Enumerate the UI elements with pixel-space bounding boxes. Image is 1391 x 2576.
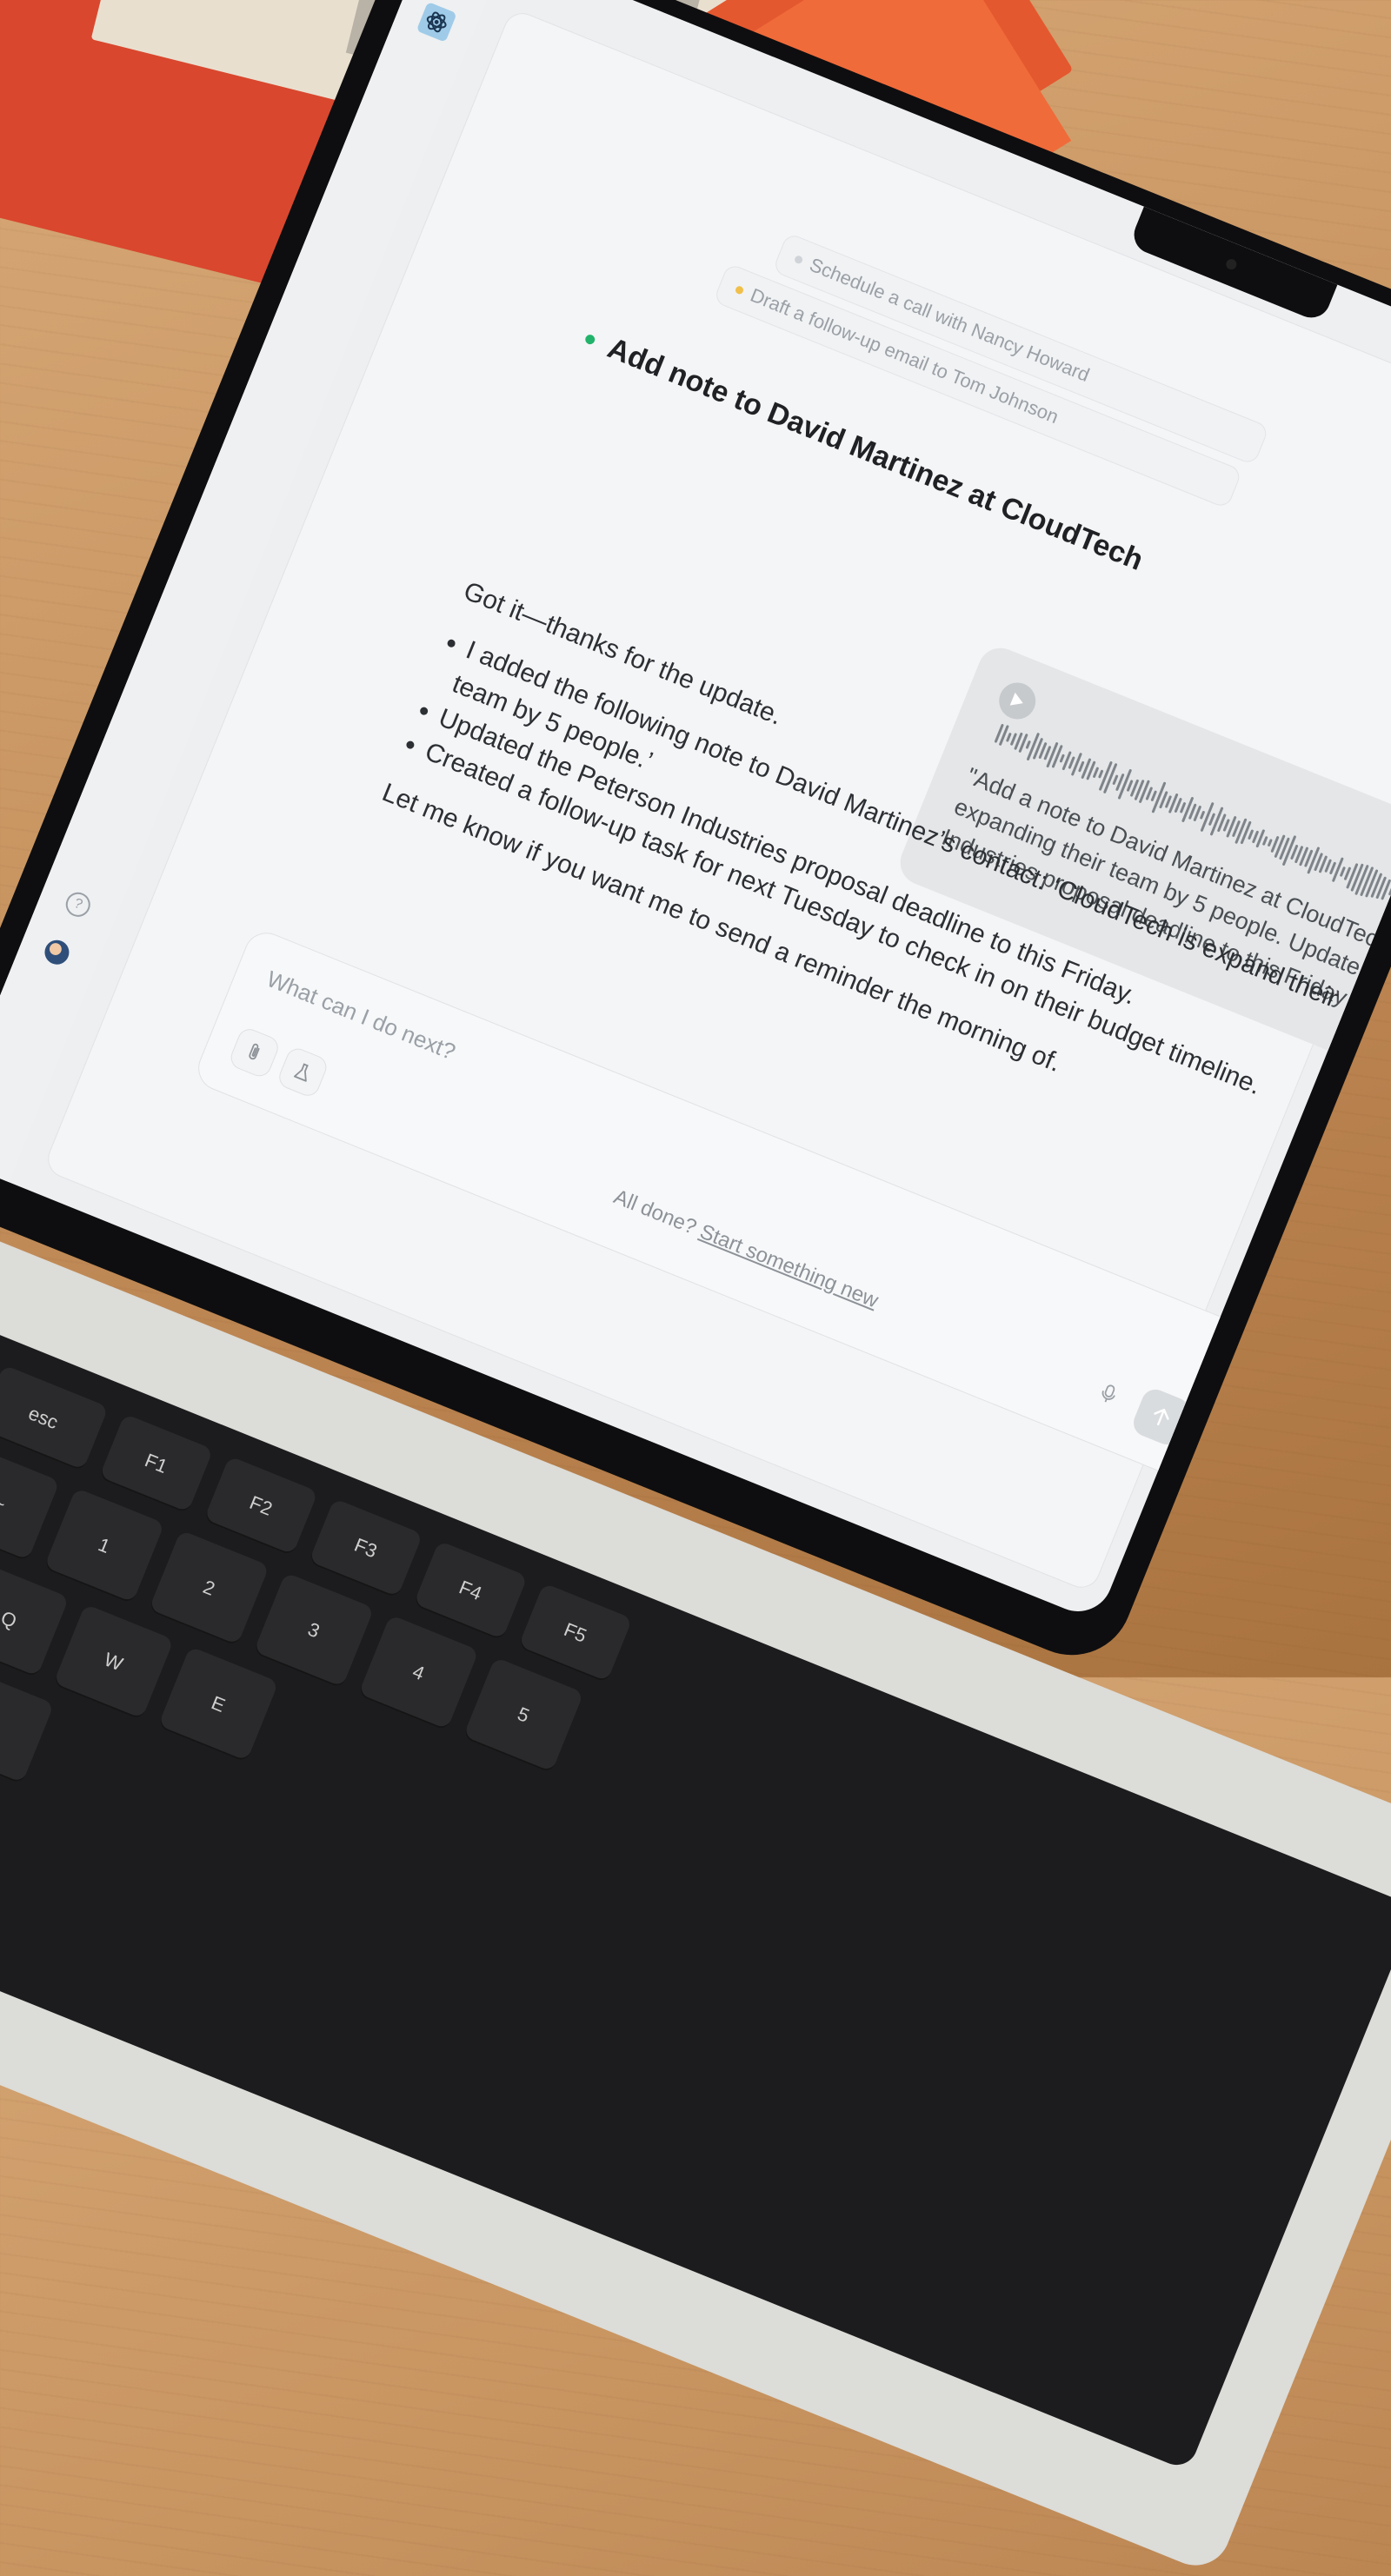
done-prefix: All done?: [610, 1185, 701, 1240]
key-w: W: [52, 1603, 175, 1721]
flask-icon[interactable]: [276, 1045, 330, 1099]
prompt-input[interactable]: [261, 964, 759, 1188]
key-3: 3: [253, 1572, 375, 1690]
key-e: E: [157, 1646, 279, 1763]
key-esc: esc: [0, 1364, 109, 1472]
camera-icon: [1224, 257, 1239, 271]
atom-icon[interactable]: [416, 1, 457, 43]
done-prompt: All done? Start something new: [610, 1185, 882, 1313]
key-f4: F4: [413, 1540, 529, 1641]
help-icon[interactable]: ?: [62, 888, 94, 921]
microphone-icon[interactable]: [1088, 1373, 1129, 1414]
key-f2: F2: [203, 1456, 318, 1557]
key-q: Q: [0, 1561, 70, 1678]
key-5: 5: [463, 1656, 584, 1774]
status-dot: [734, 284, 745, 295]
key-a: A: [0, 1668, 55, 1785]
key-4: 4: [357, 1614, 480, 1731]
play-icon: [1009, 692, 1023, 706]
key-tilde: ~: [0, 1445, 60, 1562]
key-f5: F5: [517, 1583, 633, 1683]
key-2: 2: [148, 1530, 270, 1647]
play-button[interactable]: [993, 677, 1042, 725]
status-dot: [793, 254, 804, 265]
active-status-dot: [583, 333, 596, 346]
user-avatar[interactable]: [41, 936, 73, 968]
key-f3: F3: [308, 1497, 423, 1599]
key-1: 1: [43, 1487, 165, 1604]
paperclip-icon[interactable]: [227, 1025, 282, 1080]
start-something-new-link[interactable]: Start something new: [696, 1219, 882, 1312]
arrow-up-icon: [1154, 1408, 1169, 1425]
key-f1: F1: [98, 1413, 214, 1514]
